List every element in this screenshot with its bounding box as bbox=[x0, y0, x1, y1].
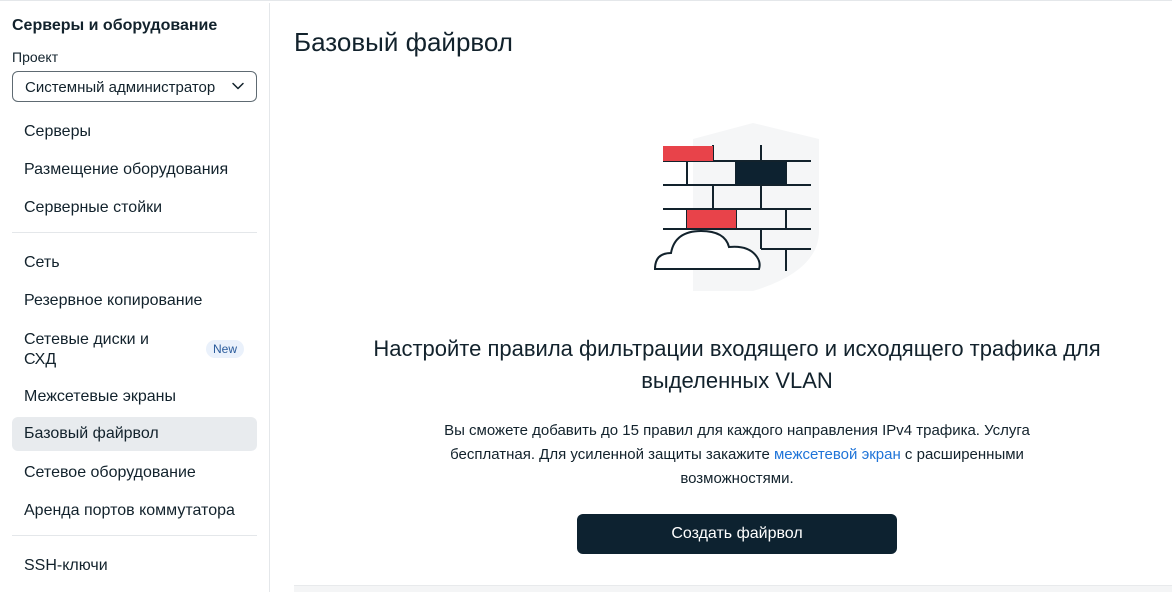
project-label: Проект bbox=[12, 49, 59, 65]
sidebar-item-label: Сетевое оборудование bbox=[24, 464, 196, 481]
sidebar-item-network[interactable]: Сеть bbox=[12, 246, 257, 280]
sidebar-item-switch-ports[interactable]: Аренда портов коммутатора bbox=[12, 494, 257, 528]
sidebar-item-label: Резервное копирование bbox=[24, 292, 203, 309]
sidebar-item-label: Межсетевые экраны bbox=[24, 388, 176, 405]
sidebar-item-label: Сетевые диски и СХД bbox=[24, 331, 149, 368]
sidebar-item-backup[interactable]: Резервное копирование bbox=[12, 284, 257, 318]
sidebar-item-ssh-keys[interactable]: SSH-ключи bbox=[12, 549, 257, 583]
sidebar-item-label: Сеть bbox=[24, 254, 60, 271]
empty-state-description: Вы сможете добавить до 15 правил для каж… bbox=[411, 419, 1063, 491]
create-firewall-button[interactable]: Создать файрвол bbox=[577, 514, 897, 554]
sidebar-item-colocation[interactable]: Размещение оборудования bbox=[12, 153, 257, 187]
bottom-panel-edge bbox=[294, 585, 1172, 592]
sidebar-item-label: Серверы bbox=[24, 123, 91, 140]
sidebar-title: Серверы и оборудование bbox=[12, 17, 218, 34]
project-select[interactable]: Системный администратор bbox=[12, 71, 257, 102]
sidebar-item-label: Аренда портов коммутатора bbox=[24, 502, 235, 519]
sidebar-item-racks[interactable]: Серверные стойки bbox=[12, 191, 257, 225]
firewall-brick-wall-illustration bbox=[653, 123, 819, 291]
sidebar: Серверы и оборудование Проект Системный … bbox=[0, 3, 270, 592]
sidebar-item-label: SSH-ключи bbox=[24, 557, 108, 574]
sidebar-item-label: Базовый файрвол bbox=[24, 425, 159, 442]
sidebar-item-basic-firewall[interactable]: Базовый файрвол bbox=[12, 417, 257, 451]
project-select-value: Системный администратор bbox=[25, 79, 216, 96]
sidebar-item-network-equipment[interactable]: Сетевое оборудование bbox=[12, 456, 257, 490]
chevron-down-icon bbox=[232, 82, 244, 90]
sidebar-item-label: Размещение оборудования bbox=[24, 161, 229, 178]
firewall-link[interactable]: межсетевой экран bbox=[774, 446, 901, 463]
sidebar-divider bbox=[12, 232, 257, 233]
sidebar-divider bbox=[12, 535, 257, 536]
sidebar-item-firewalls[interactable]: Межсетевые экраны bbox=[12, 380, 257, 414]
sidebar-item-label: Серверные стойки bbox=[24, 199, 163, 216]
sidebar-item-storage[interactable]: Сетевые диски и СХД New bbox=[12, 330, 257, 372]
main-content: Базовый файрвол Настройте правила фильтр… bbox=[271, 3, 1172, 592]
empty-state-headline: Настройте правила фильтрации входящего и… bbox=[373, 336, 1101, 393]
sidebar-item-servers[interactable]: Серверы bbox=[12, 115, 257, 149]
new-badge: New bbox=[206, 340, 245, 358]
page-title: Базовый файрвол bbox=[294, 27, 513, 57]
